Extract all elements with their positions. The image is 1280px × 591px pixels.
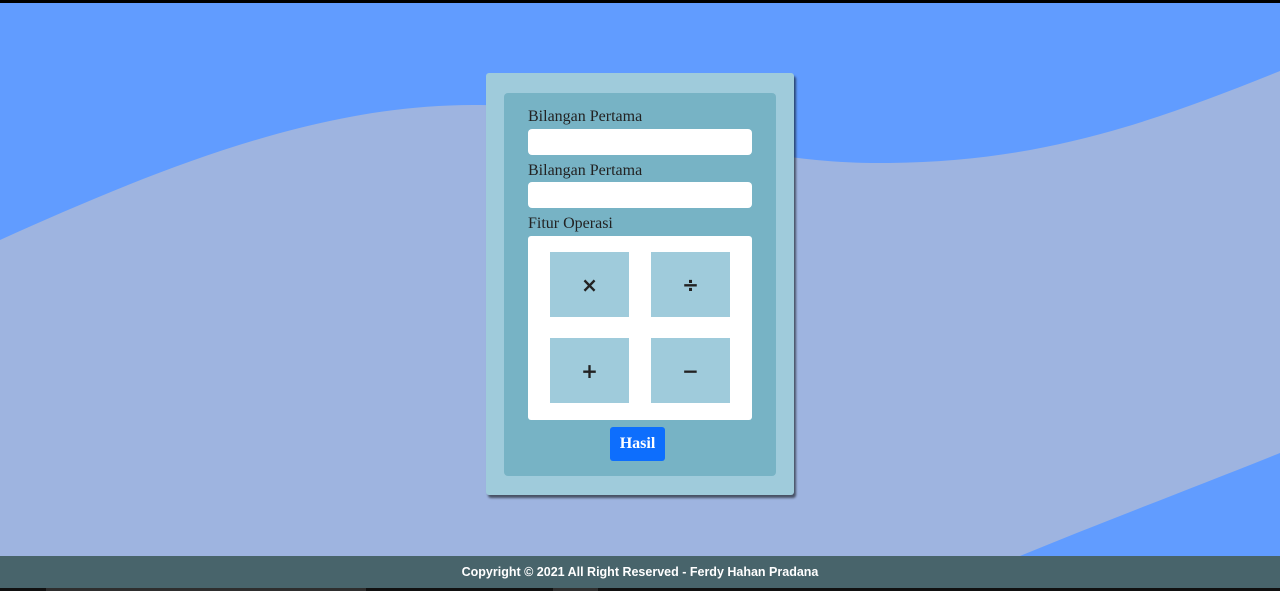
multiply-button[interactable]: × (550, 252, 629, 317)
plus-icon: + (581, 358, 598, 383)
divide-icon: ÷ (682, 272, 699, 297)
multiply-icon: × (581, 272, 598, 297)
divide-button[interactable]: ÷ (651, 252, 730, 317)
first-number-input[interactable] (528, 129, 752, 155)
add-button[interactable]: + (550, 338, 629, 403)
minus-icon: − (682, 358, 699, 383)
footer: Copyright © 2021 All Right Reserved - Fe… (0, 556, 1280, 588)
subtract-button[interactable]: − (651, 338, 730, 403)
result-button[interactable]: Hasil (610, 427, 665, 461)
second-number-input[interactable] (528, 182, 752, 208)
second-number-label: Bilangan Pertama (528, 162, 643, 179)
operations-label: Fitur Operasi (528, 215, 613, 232)
calculator-card: Bilangan Pertama Bilangan Pertama Fitur … (486, 73, 794, 495)
first-number-label: Bilangan Pertama (528, 108, 643, 125)
page-background: Bilangan Pertama Bilangan Pertama Fitur … (0, 3, 1280, 556)
calculator-form: Bilangan Pertama Bilangan Pertama Fitur … (504, 93, 776, 476)
copyright-text: Copyright © 2021 All Right Reserved - Fe… (461, 565, 819, 579)
operations-panel: × ÷ + − (528, 236, 752, 420)
